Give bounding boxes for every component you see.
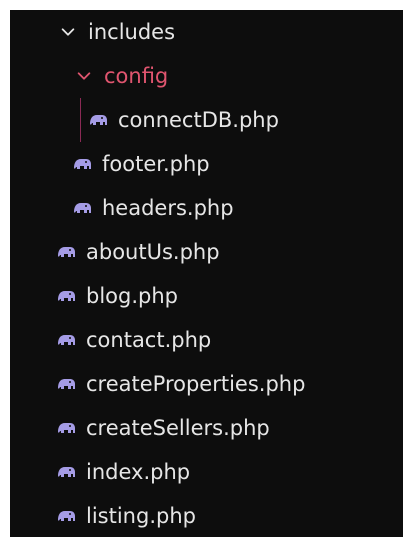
file-label: aboutUs.php [86,240,220,264]
chevron-down-icon [58,22,78,42]
file-headers[interactable]: headers.php [10,186,403,230]
file-createproperties[interactable]: createProperties.php [10,362,403,406]
file-label: footer.php [102,152,210,176]
php-elephant-icon [55,285,77,307]
file-blog[interactable]: blog.php [10,274,403,318]
php-elephant-icon [55,373,77,395]
php-elephant-icon [87,109,109,131]
file-explorer: includes config connectDB.php footer.php… [10,10,403,537]
file-createsellers[interactable]: createSellers.php [10,406,403,450]
php-elephant-icon [71,197,93,219]
file-label: contact.php [86,328,212,352]
folder-includes[interactable]: includes [10,10,403,54]
php-elephant-icon [55,329,77,351]
php-elephant-icon [55,241,77,263]
chevron-down-icon [74,66,94,86]
folder-label: config [104,64,169,88]
file-footer[interactable]: footer.php [10,142,403,186]
file-index[interactable]: index.php [10,450,403,494]
php-elephant-icon [55,417,77,439]
file-aboutus[interactable]: aboutUs.php [10,230,403,274]
php-elephant-icon [55,461,77,483]
php-elephant-icon [71,153,93,175]
file-connectdb[interactable]: connectDB.php [10,98,403,142]
folder-label: includes [88,20,176,44]
file-contact[interactable]: contact.php [10,318,403,362]
file-label: listing.php [86,504,196,528]
file-listing[interactable]: listing.php [10,494,403,537]
file-label: connectDB.php [118,108,279,132]
folder-config[interactable]: config [10,54,403,98]
file-label: index.php [86,460,191,484]
file-label: createSellers.php [86,416,270,440]
file-label: blog.php [86,284,178,308]
php-elephant-icon [55,505,77,527]
file-label: headers.php [102,196,234,220]
file-label: createProperties.php [86,372,306,396]
